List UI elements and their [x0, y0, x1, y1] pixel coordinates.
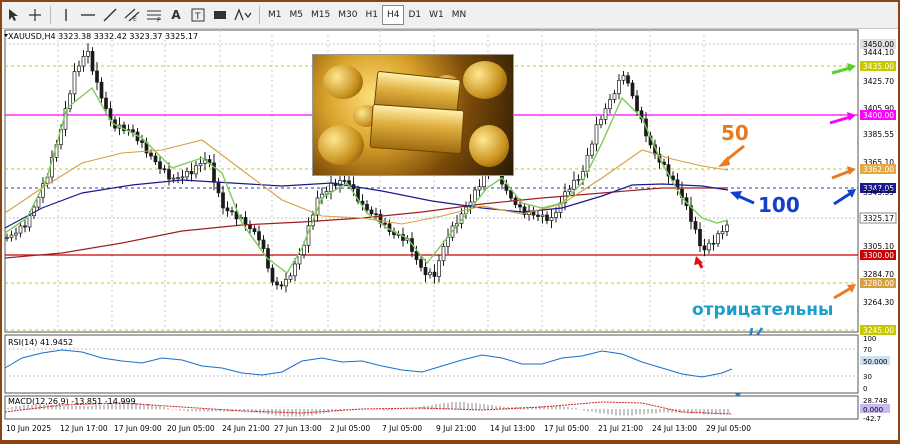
date-label: 14 Jul 13:00 — [490, 424, 535, 433]
rsi-axis: 100 70 50.000 30 0 — [860, 335, 890, 393]
date-label: 24 Jul 13:00 — [652, 424, 697, 433]
macd-axis-label: -42.7 — [863, 415, 881, 423]
arrows-dropdown-icon[interactable] — [233, 4, 253, 26]
date-label: 20 Jun 05:00 — [167, 424, 215, 433]
time-axis: 10 Jun 2025 12 Jun 17:00 17 Jun 09:00 20 Ju… — [6, 424, 751, 433]
text-label-icon[interactable]: T — [189, 4, 207, 26]
rsi-axis-label: 0 — [863, 385, 867, 393]
svg-text:E: E — [133, 16, 137, 22]
macd-header: MACD(12,26,9) -13.851 -14.999 — [8, 397, 136, 406]
price-axis: 3450.003444.103435.003425.703405.903400.… — [859, 39, 897, 335]
macd-axis-label: 0.000 — [863, 406, 883, 414]
horizontal-line-icon[interactable] — [79, 4, 97, 26]
rsi-axis-label: 100 — [863, 335, 876, 343]
price-label: 3425.70 — [863, 77, 894, 86]
vertical-line-icon[interactable] — [57, 4, 75, 26]
timeframe-mn[interactable]: MN — [448, 6, 471, 24]
price-label: 3385.55 — [863, 130, 894, 139]
crosshair-icon[interactable] — [26, 4, 44, 26]
rsi-panel — [4, 334, 859, 394]
annotation-negative: отрицательны — [692, 300, 833, 320]
timeframe-w1[interactable]: W1 — [425, 6, 448, 24]
annotation-100: 100 — [758, 193, 800, 217]
macd-axis-label: 28.748 — [863, 397, 888, 405]
timeframe-h4[interactable]: H4 — [381, 5, 405, 25]
price-label: 3245.00 — [863, 326, 894, 335]
macd-axis: 28.7480.000-42.7 — [860, 397, 890, 423]
text-tool-label: A — [171, 8, 181, 22]
date-label: 17 Jun 09:00 — [114, 424, 162, 433]
rsi-axis-label: 70 — [863, 346, 872, 354]
price-label: 3345.35 — [863, 188, 894, 197]
date-label: 29 Jul 05:00 — [706, 424, 751, 433]
rsi-header: RSI(14) 41.9452 — [8, 338, 73, 347]
price-label: 3300.00 — [863, 251, 894, 260]
price-label: 3435.00 — [863, 62, 894, 71]
fibonacci-icon[interactable]: F — [145, 4, 163, 26]
price-label: 3362.00 — [863, 165, 894, 174]
date-label: 21 Jul 21:00 — [598, 424, 643, 433]
date-label: 2 Jul 05:00 — [330, 424, 370, 433]
equidistant-channel-icon[interactable]: E — [123, 4, 141, 26]
price-label: 3444.10 — [863, 48, 894, 57]
terminal-frame: E F A T M1 M5 M15 M30 H1 H4 D1 W1 MN 345… — [2, 2, 898, 440]
timeframe-d1[interactable]: D1 — [404, 6, 425, 24]
text-tool-button[interactable]: A — [167, 4, 185, 26]
chart-toolbar: E F A T M1 M5 M15 M30 H1 H4 D1 W1 MN — [2, 2, 898, 29]
date-label: 24 Jun 21:00 — [222, 424, 270, 433]
date-label: 10 Jun 2025 — [6, 424, 51, 433]
rectangle-icon[interactable] — [211, 4, 229, 26]
price-label: 3325.17 — [863, 214, 894, 223]
cursor-icon[interactable] — [4, 4, 22, 26]
toolbar-separator — [50, 6, 51, 24]
price-label: 3400.00 — [863, 111, 894, 120]
svg-text:F: F — [157, 17, 161, 22]
date-label: 12 Jun 17:00 — [60, 424, 108, 433]
timeframe-h1[interactable]: H1 — [361, 6, 382, 24]
rsi-axis-label: 30 — [863, 373, 872, 381]
trendline-icon[interactable] — [101, 4, 119, 26]
timeframe-m1[interactable]: M1 — [264, 6, 286, 24]
price-label: 3280.00 — [863, 279, 894, 288]
date-label: 7 Jul 05:00 — [382, 424, 422, 433]
rsi-axis-label: 50.000 — [863, 358, 888, 366]
toolbar-separator — [259, 6, 260, 24]
annotation-50: 50 — [721, 121, 749, 145]
date-label: 17 Jul 05:00 — [544, 424, 589, 433]
svg-text:T: T — [194, 12, 201, 22]
timeframe-m5[interactable]: M5 — [286, 6, 308, 24]
gold-bars-image — [312, 54, 514, 176]
timeframe-m30[interactable]: M30 — [334, 6, 361, 24]
timeframe-group: M1 M5 M15 M30 H1 H4 D1 W1 MN — [264, 5, 470, 25]
price-label: 3264.30 — [863, 298, 894, 307]
date-label: 9 Jul 21:00 — [436, 424, 476, 433]
price-chart[interactable]: 3450.00 3444.10 3435.00 3425.70 3405.90 3400.… — [2, 28, 898, 440]
price-label: 3284.70 — [863, 270, 894, 279]
chart-header: XAUUSD,H4 3323.38 3332.42 3323.37 3325.1… — [8, 32, 198, 41]
price-label: 3305.10 — [863, 242, 894, 251]
timeframe-m15[interactable]: M15 — [307, 6, 334, 24]
date-label: 27 Jun 13:00 — [274, 424, 322, 433]
